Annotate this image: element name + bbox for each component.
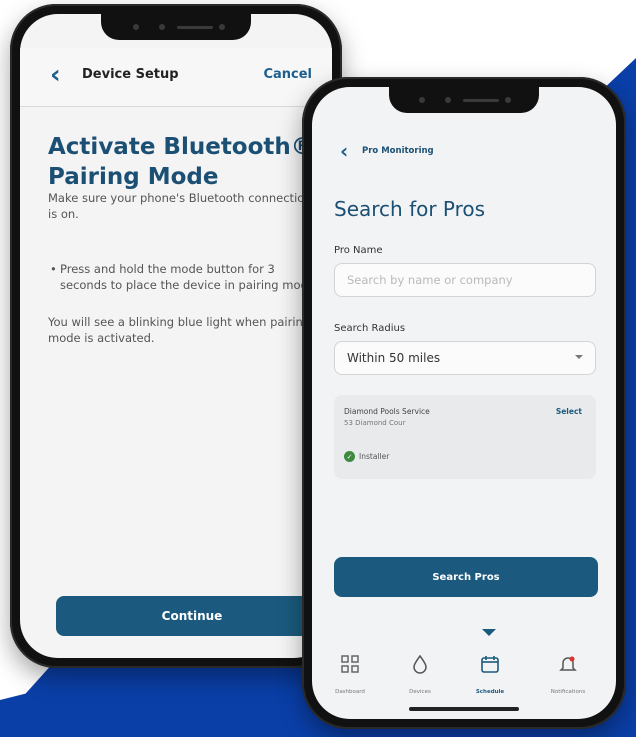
search-pros-heading: Search for Pros	[334, 197, 486, 221]
pro-monitoring-screen: ‹ Pro Monitoring Search for Pros Pro Nam…	[312, 87, 616, 719]
water-drop-icon	[413, 654, 427, 674]
bottom-tab-bar: Dashboard Devices Schedule Notifications	[312, 629, 616, 697]
pro-result-card: Diamond Pools Service 53 Diamond Cour Se…	[334, 395, 596, 479]
bluetooth-intro-text: Make sure your phone's Bluetooth connect…	[48, 191, 312, 221]
installer-badge: Installer	[359, 452, 390, 461]
calendar-icon	[481, 656, 499, 673]
tab-label: Devices	[409, 689, 431, 695]
phone-device-setup: ‹ Device Setup Cancel Activate Bluetooth…	[10, 4, 342, 668]
active-tab-indicator	[482, 629, 496, 636]
cancel-button[interactable]: Cancel	[263, 67, 312, 82]
device-setup-screen: ‹ Device Setup Cancel Activate Bluetooth…	[20, 14, 332, 658]
select-pro-link[interactable]: Select	[556, 407, 582, 416]
pairing-heading: Activate Bluetooth® Pairing Mode	[48, 134, 314, 190]
tab-schedule[interactable]: Schedule	[460, 654, 520, 697]
home-indicator	[409, 707, 519, 711]
chevron-left-icon[interactable]: ‹	[50, 60, 61, 90]
search-radius-select[interactable]: Within 50 miles	[334, 341, 596, 375]
search-radius-label: Search Radius	[334, 323, 406, 334]
tab-label: Schedule	[475, 689, 505, 695]
phone-notch	[389, 87, 539, 113]
chevron-left-icon[interactable]: ‹	[340, 139, 348, 163]
phone-notch	[101, 14, 251, 40]
bell-icon	[559, 656, 577, 671]
pro-name: Diamond Pools Service	[344, 407, 430, 416]
dropdown-arrow-icon	[575, 355, 583, 359]
pro-name-input[interactable]: Search by name or company	[334, 263, 596, 297]
pro-address: 53 Diamond Cour	[344, 419, 406, 427]
page-title: Device Setup	[82, 67, 179, 82]
phone-pro-monitoring: ‹ Pro Monitoring Search for Pros Pro Nam…	[302, 77, 626, 729]
continue-button[interactable]: Continue	[56, 596, 328, 636]
tab-devices[interactable]: Devices	[390, 654, 450, 697]
check-circle-icon: ✓	[344, 451, 355, 462]
page-title: Pro Monitoring	[362, 146, 434, 156]
pro-monitoring-header: ‹ Pro Monitoring	[312, 129, 616, 173]
pro-name-label: Pro Name	[334, 245, 383, 256]
tab-label: Dashboard	[335, 689, 365, 695]
instruction-bullet: • Press and hold the mode button for 3 s…	[50, 261, 320, 293]
search-radius-value: Within 50 miles	[347, 351, 441, 365]
search-pros-button[interactable]: Search Pros	[334, 557, 598, 597]
tab-notifications[interactable]: Notifications	[538, 654, 598, 697]
device-setup-header: ‹ Device Setup Cancel	[20, 48, 332, 107]
dashboard-grid-icon	[341, 655, 359, 673]
tab-label: Notifications	[550, 689, 586, 695]
blinking-light-note: You will see a blinking blue light when …	[48, 315, 311, 345]
bullet-icon: •	[50, 262, 57, 276]
tab-dashboard[interactable]: Dashboard	[320, 654, 380, 697]
pro-name-placeholder: Search by name or company	[347, 273, 513, 287]
instruction-text: Press and hold the mode button for 3 sec…	[60, 262, 319, 292]
